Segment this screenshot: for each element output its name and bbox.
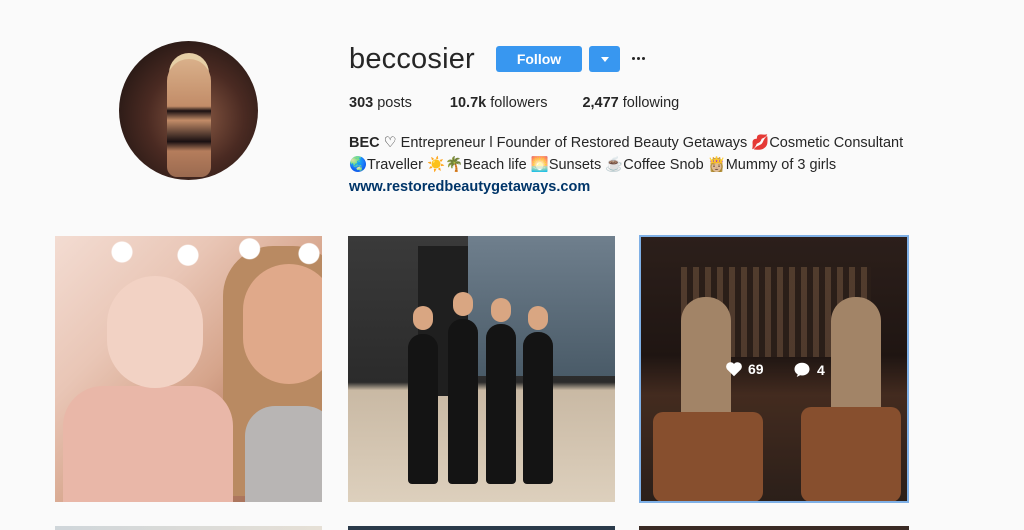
post-thumbnail-5[interactable] bbox=[348, 526, 615, 530]
post-thumbnail-2[interactable] bbox=[348, 236, 615, 502]
photo-person-head bbox=[491, 298, 511, 322]
comments-overlay: 4 bbox=[793, 361, 825, 378]
photo-region bbox=[107, 276, 203, 388]
bio-name: BEC bbox=[349, 135, 380, 151]
flower-crown-filter bbox=[100, 236, 320, 268]
profile-website-link[interactable]: www.restoredbeautygetaways.com bbox=[349, 176, 903, 198]
post-thumbnail-6[interactable] bbox=[639, 526, 909, 530]
more-icon bbox=[637, 57, 640, 60]
likes-count: 69 bbox=[748, 361, 764, 377]
follow-button[interactable]: Follow bbox=[496, 46, 582, 72]
hover-overlay bbox=[641, 237, 907, 501]
bio-line-1: BEC ♡ Entrepreneur l Founder of Restored… bbox=[349, 132, 903, 154]
comment-icon bbox=[794, 362, 810, 377]
photo-person bbox=[408, 334, 438, 484]
following-stat[interactable]: 2,477 following bbox=[582, 95, 679, 111]
heart-icon bbox=[726, 362, 742, 377]
photo-person-head bbox=[453, 292, 473, 316]
profile-stats: 303 posts 10.7k followers 2,477 followin… bbox=[349, 95, 717, 111]
profile-username: beccosier bbox=[349, 43, 475, 75]
comments-count: 4 bbox=[817, 361, 825, 378]
more-options-button[interactable] bbox=[630, 48, 646, 68]
more-icon bbox=[632, 57, 635, 60]
post-thumbnail-1[interactable] bbox=[55, 236, 322, 502]
photo-region bbox=[245, 406, 322, 502]
posts-stat: 303 posts bbox=[349, 95, 412, 111]
post-thumbnail-4[interactable] bbox=[55, 526, 322, 530]
followers-label: followers bbox=[490, 95, 548, 111]
following-label: following bbox=[622, 95, 680, 111]
photo-person-head bbox=[413, 306, 433, 330]
avatar-figure bbox=[167, 59, 211, 177]
photo-person-head bbox=[528, 306, 548, 330]
bio-line-1-text: ♡ Entrepreneur l Founder of Restored Bea… bbox=[379, 135, 904, 151]
photo-person bbox=[448, 319, 478, 484]
followers-count: 10.7k bbox=[449, 95, 487, 111]
suggestions-dropdown-button[interactable] bbox=[589, 46, 620, 72]
following-count: 2,477 bbox=[582, 95, 619, 111]
posts-count: 303 bbox=[349, 95, 374, 111]
chevron-down-icon bbox=[601, 57, 609, 62]
bio-line-2: 🌏Traveller ☀️🌴Beach life 🌅Sunsets ☕Coffe… bbox=[349, 157, 837, 173]
photo-person bbox=[523, 332, 553, 484]
profile-bio: BEC ♡ Entrepreneur l Founder of Restored… bbox=[349, 132, 903, 198]
followers-stat[interactable]: 10.7k followers bbox=[450, 95, 548, 111]
photo-person bbox=[486, 324, 516, 484]
more-icon bbox=[642, 57, 645, 60]
profile-avatar[interactable] bbox=[119, 41, 258, 180]
posts-label: posts bbox=[377, 95, 412, 111]
likes-overlay: 69 bbox=[725, 361, 764, 377]
photo-region bbox=[63, 386, 233, 502]
photo-region bbox=[243, 264, 322, 384]
post-thumbnail-3[interactable]: 69 4 bbox=[639, 235, 909, 503]
